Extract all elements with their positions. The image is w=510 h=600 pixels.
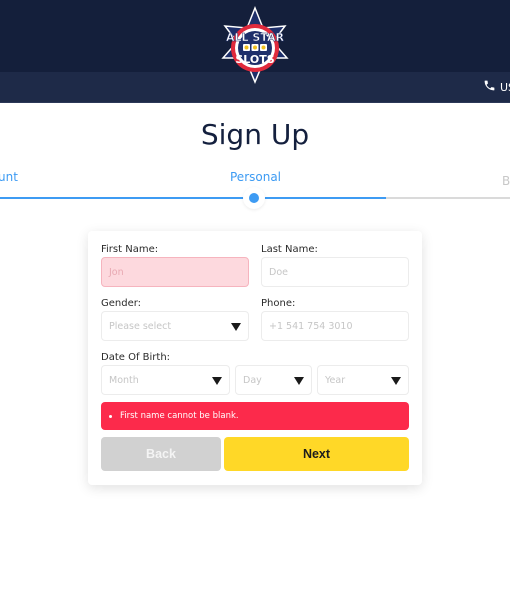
chevron-down-icon [391, 377, 401, 385]
back-button[interactable]: Back [101, 437, 221, 471]
signup-form-card: First Name: Jon Last Name: Doe Gender: P… [88, 231, 422, 485]
next-button[interactable]: Next [224, 437, 409, 471]
last-name-label: Last Name: [261, 244, 318, 255]
phone-input[interactable]: +1 541 754 3010 [261, 311, 409, 341]
dob-month-select[interactable]: Month [101, 365, 230, 395]
svg-text:ALL STAR: ALL STAR [226, 31, 284, 44]
progress-track-completed [0, 197, 386, 199]
phone-label: Phone: [261, 298, 296, 309]
logo-icon: ALL STAR SLOTS [221, 5, 289, 84]
dob-day-select[interactable]: Day [235, 365, 312, 395]
dob-year-value: Year [325, 374, 346, 386]
step-next-label[interactable]: B [502, 174, 510, 188]
first-name-label: First Name: [101, 244, 159, 255]
svg-text:SLOTS: SLOTS [235, 53, 274, 66]
chevron-down-icon [212, 377, 222, 385]
gender-select[interactable]: Please select [101, 311, 249, 341]
bullet-icon [109, 414, 112, 418]
active-step-dot [249, 193, 259, 203]
step-personal-label[interactable]: Personal [230, 170, 281, 184]
dob-month-value: Month [109, 374, 139, 386]
error-message: First name cannot be blank. [120, 411, 239, 421]
phone-link[interactable]: US [483, 79, 510, 95]
gender-label: Gender: [101, 298, 142, 309]
all-star-slots-logo[interactable]: ALL STAR SLOTS [213, 5, 297, 84]
phone-text: US [500, 80, 510, 94]
error-alert: First name cannot be blank. [101, 402, 409, 430]
chevron-down-icon [294, 377, 304, 385]
first-name-input[interactable]: Jon [101, 257, 249, 287]
last-name-input[interactable]: Doe [261, 257, 409, 287]
phone-icon [483, 79, 496, 95]
page-title: Sign Up [200, 118, 310, 151]
progress-track-remaining [386, 197, 510, 199]
chevron-down-icon [231, 323, 241, 331]
dob-year-select[interactable]: Year [317, 365, 409, 395]
progress-step-indicator [243, 187, 265, 209]
dob-label: Date Of Birth: [101, 352, 171, 363]
dob-day-value: Day [243, 374, 262, 386]
gender-selected-value: Please select [109, 320, 172, 332]
step-account-label[interactable]: unt [0, 170, 18, 184]
